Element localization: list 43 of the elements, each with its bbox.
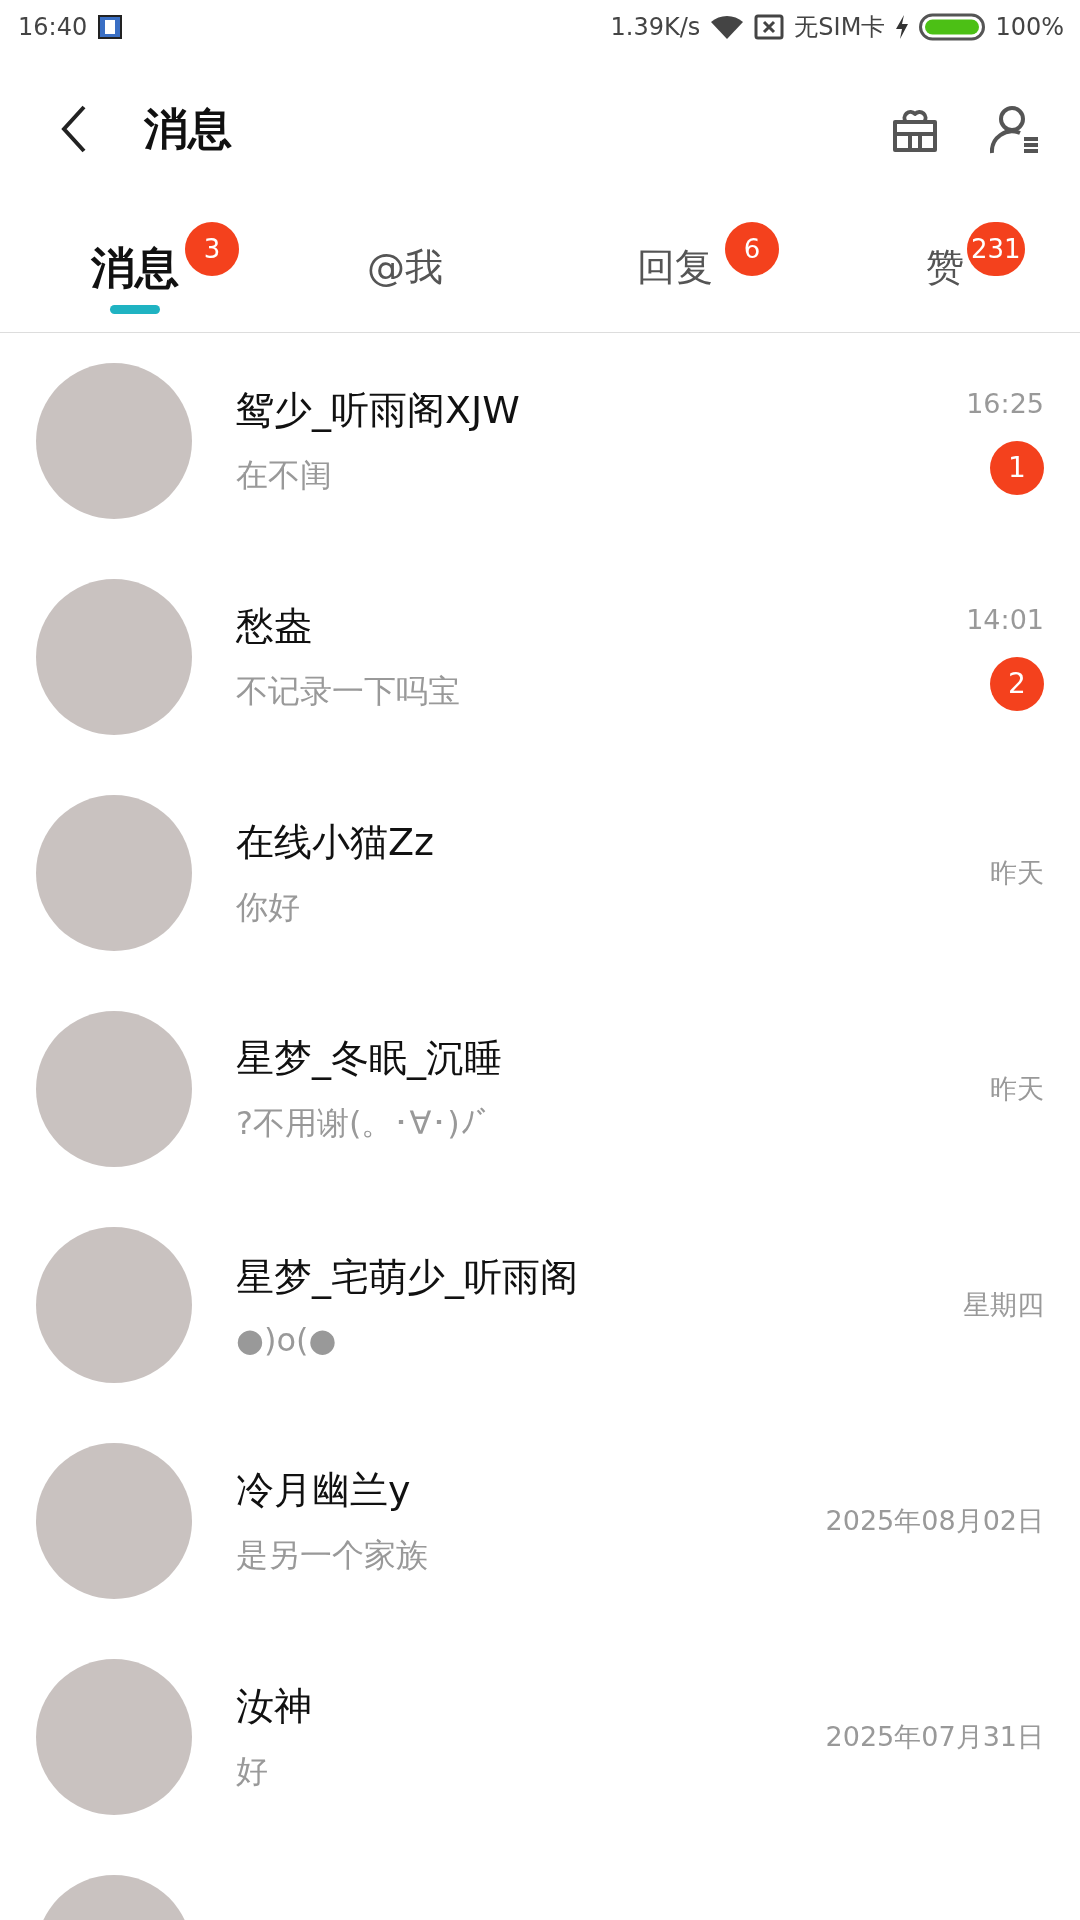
notification-icon [97,14,124,40]
unread-badge: 2 [990,656,1044,711]
message-time: 2025年07月31日 [825,1720,1044,1754]
back-icon[interactable] [60,105,88,153]
contacts-icon[interactable] [990,103,1040,155]
tab[interactable]: 赞 [926,247,964,289]
count-badge: 3 [185,222,239,276]
tab-indicator [110,305,160,314]
message-preview: 是另一个家族 [236,1534,429,1576]
contact-name: 汝神 [236,1682,313,1730]
message-time: 14:01 [966,603,1044,635]
count-badge: 231 [967,222,1025,276]
message-preview: 在不闺 [236,454,333,496]
page-title: 消息 [144,101,232,156]
message-preview: 你好 [236,886,301,928]
unread-badge: 1 [990,440,1044,495]
message-time: 昨天 [990,1072,1044,1106]
tab[interactable]: 回复 [637,247,713,289]
battery-icon [919,13,986,41]
sim-status: 无SIM卡 [794,12,886,43]
contact-name: 鸳少_听雨阁XJW [236,386,521,434]
message-time: 星期四 [963,1288,1044,1322]
contact-name: 星梦_宅萌少_听雨阁 [236,1253,579,1301]
network-speed: 1.39K/s [610,13,701,41]
tab[interactable]: @我 [367,247,443,289]
wifi-icon [710,14,745,40]
message-preview: 不记录一下吗宝 [236,670,461,712]
status-time: 16:40 [18,13,88,41]
message-time: 16:25 [966,387,1044,419]
message-preview: 好 [236,1750,269,1792]
contact-name: 在线小猫Zz [236,818,435,866]
charging-icon [895,14,910,40]
message-time: 昨天 [990,856,1044,890]
sim-card-icon [754,14,785,40]
message-preview: ●)o(● [236,1320,338,1359]
message-preview: ?不用谢(。･∀･)ﾉﾞ [236,1102,493,1144]
message-time: 2025年08月02日 [825,1504,1044,1538]
battery-percent: 100% [995,13,1064,41]
contact-name: 愁盎 [236,602,313,650]
count-badge: 6 [725,222,779,276]
contact-name: 星梦_冬眠_沉睡 [236,1034,503,1082]
tab[interactable]: 消息 [91,243,179,293]
contact-name: 冷月幽兰y [236,1466,412,1514]
